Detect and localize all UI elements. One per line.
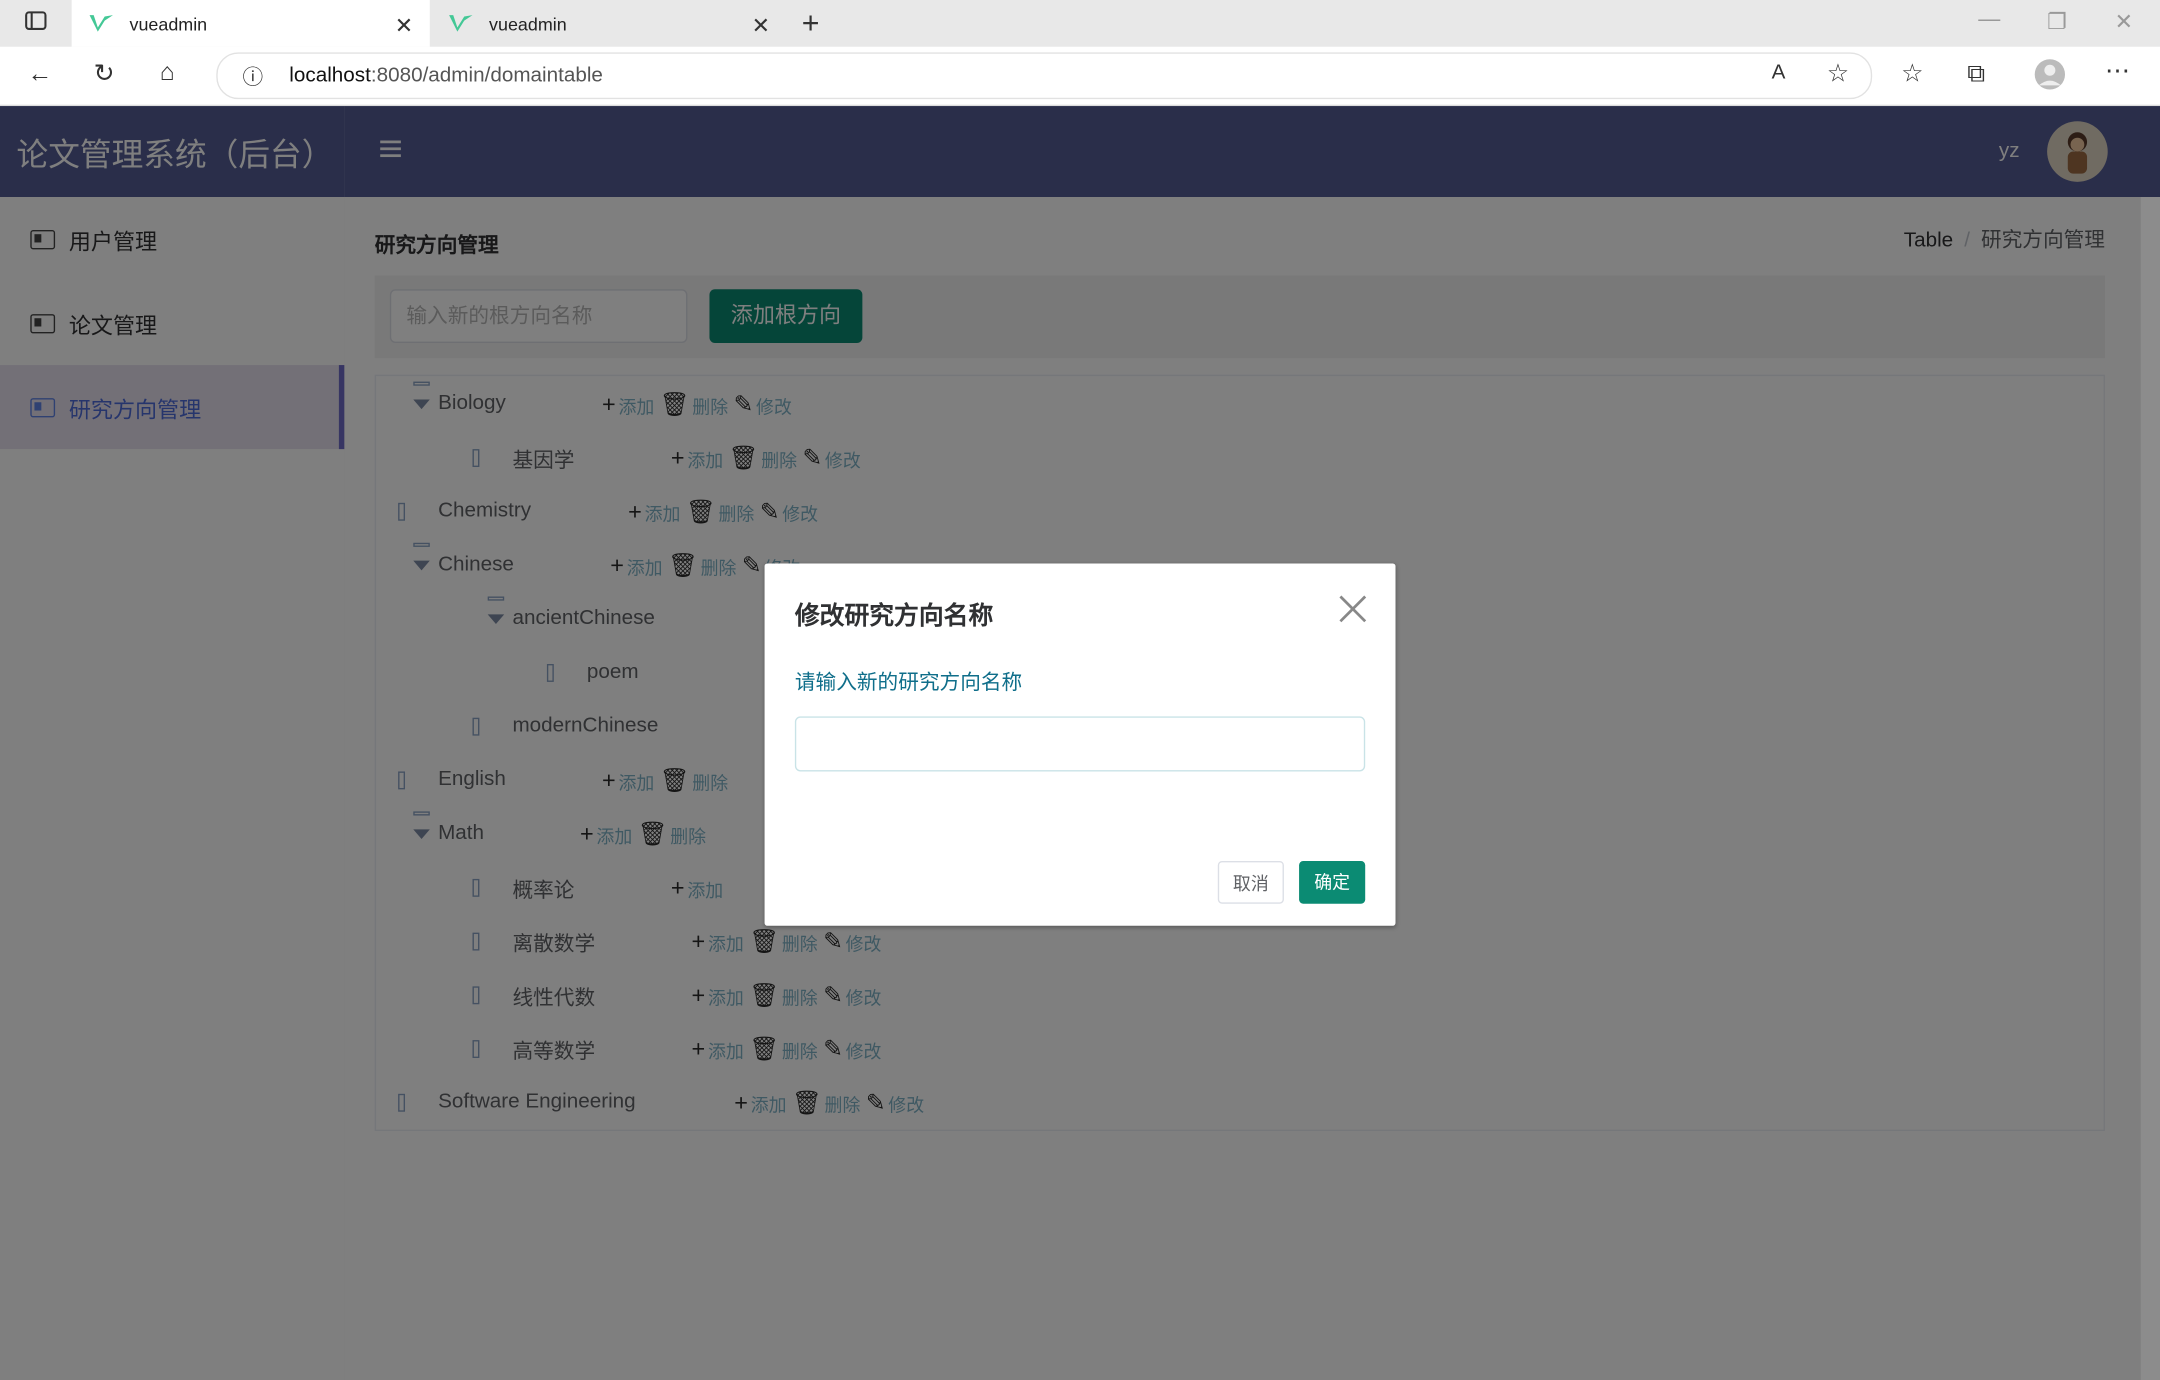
- new-domain-name-input[interactable]: [794, 716, 1366, 772]
- tab-actions-icon[interactable]: [25, 10, 47, 39]
- dialog-title: 修改研究方向名称: [794, 602, 994, 630]
- url-host: localhost: [289, 63, 371, 87]
- back-icon[interactable]: ←: [28, 59, 53, 88]
- window-close-icon[interactable]: ✕: [2115, 8, 2133, 36]
- tab-title: vueadmin: [129, 13, 208, 34]
- minimize-icon[interactable]: —: [1978, 8, 2000, 33]
- address-bar[interactable]: ⓘ localhost:8080/admin/domaintable A ☆: [216, 52, 1873, 100]
- reload-icon[interactable]: ↻: [94, 59, 115, 88]
- restore-icon[interactable]: ❐: [2047, 8, 2067, 36]
- close-tab-icon[interactable]: ✕: [395, 12, 413, 40]
- add-favorite-icon[interactable]: ☆: [1827, 59, 1849, 88]
- edit-domain-dialog: 修改研究方向名称 请输入新的研究方向名称 取消 确定: [764, 563, 1396, 926]
- site-info-icon[interactable]: ⓘ: [242, 62, 263, 91]
- cancel-button[interactable]: 取消: [1217, 861, 1284, 904]
- more-icon[interactable]: ⋯: [2105, 56, 2130, 85]
- profile-icon[interactable]: [2033, 58, 2066, 98]
- collections-icon[interactable]: ⧉: [1967, 59, 1985, 88]
- confirm-button[interactable]: 确定: [1299, 861, 1366, 904]
- browser-tab-2[interactable]: vueadmin ✕: [431, 0, 786, 47]
- vue-logo-icon: [449, 15, 473, 32]
- home-icon[interactable]: ⌂: [160, 58, 175, 87]
- dialog-label: 请输入新的研究方向名称: [794, 670, 1023, 695]
- tab-title: vueadmin: [489, 13, 567, 34]
- close-icon[interactable]: [1338, 594, 1368, 624]
- url-path: :8080/admin/domaintable: [370, 63, 603, 87]
- browser-tab-1[interactable]: vueadmin ✕: [71, 0, 430, 47]
- vue-logo-icon: [89, 15, 113, 32]
- close-tab-icon[interactable]: ✕: [752, 12, 770, 40]
- new-tab-icon[interactable]: +: [802, 6, 820, 42]
- browser-tab-bar: vueadmin ✕ vueadmin ✕ + — ❐ ✕: [0, 0, 2160, 47]
- browser-toolbar: ← ↻ ⌂ ⓘ localhost:8080/admin/domaintable…: [0, 46, 2160, 107]
- favorites-icon[interactable]: ☆: [1901, 59, 1923, 88]
- page-scrollbar[interactable]: [2140, 196, 2160, 1380]
- url-text: localhost:8080/admin/domaintable: [289, 63, 603, 86]
- read-aloud-icon[interactable]: A: [1772, 61, 1786, 84]
